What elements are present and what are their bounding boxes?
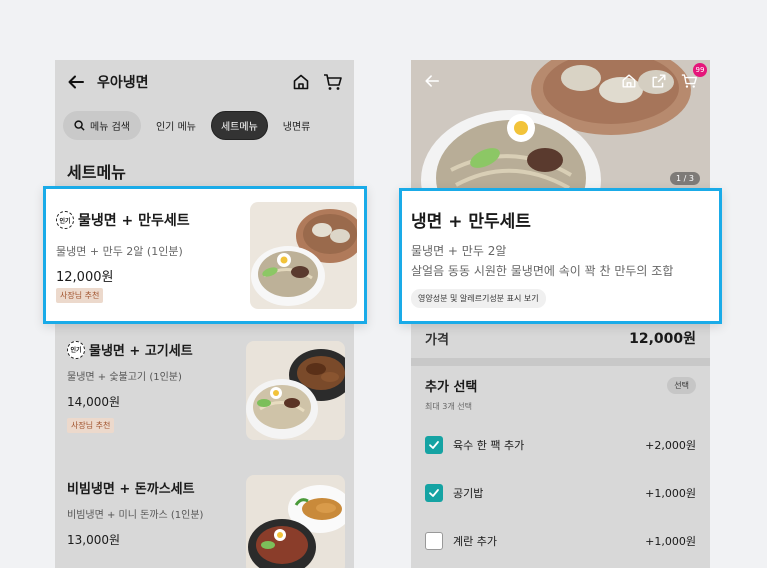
option-name: 공기밥: [453, 487, 484, 500]
option-item-rice[interactable]: 공기밥 +1,000원: [425, 481, 696, 505]
cart-icon[interactable]: [322, 71, 344, 93]
menu-item-title: 물냉면 + 만두세트: [78, 213, 190, 229]
menu-detail-title: 냉면 + 만두세트: [411, 212, 531, 232]
option-price: +1,000원: [645, 487, 696, 500]
option-optional-badge: 선택: [667, 377, 696, 394]
price-row: 가격 12,000원: [411, 318, 710, 358]
menu-item-image: [246, 475, 345, 568]
section-divider: [411, 358, 710, 366]
section-title: 세트메뉴: [67, 163, 126, 182]
tab-set-menu[interactable]: 세트메뉴: [210, 110, 268, 140]
option-group-header: 추가 선택 최대 3개 선택 선택: [425, 376, 696, 412]
option-price: +1,000원: [645, 535, 696, 548]
option-item-broth[interactable]: 육수 한 팩 추가 +2,000원: [425, 433, 696, 457]
menu-hero-image: 99 1 / 3: [411, 60, 710, 190]
option-item-egg[interactable]: 계란 추가 +1,000원: [425, 529, 696, 553]
tab-popular[interactable]: 인기 메뉴: [147, 112, 205, 139]
option-name: 계란 추가: [453, 535, 497, 548]
menu-item-desc: 물냉면 + 만두 2알 (1인분): [56, 245, 183, 258]
menu-item-image: [246, 341, 345, 440]
hero-toolbar: 99: [421, 63, 707, 92]
recommend-tag: 사장님 추천: [67, 418, 115, 433]
back-arrow-icon[interactable]: [65, 71, 87, 93]
tab-label: 메뉴 검색: [90, 121, 130, 133]
checkbox-checked-icon[interactable]: [425, 436, 443, 454]
option-name: 육수 한 팩 추가: [453, 439, 525, 452]
menu-item-title: 물냉면 + 고기세트: [89, 344, 193, 359]
menu-item-name: 인기 물냉면 + 만두세트: [56, 210, 190, 230]
image-counter: 1 / 3: [670, 172, 700, 185]
category-tabs: 메뉴 검색 인기 메뉴 세트메뉴 냉면류: [55, 107, 354, 143]
search-icon: [74, 119, 85, 131]
option-group-title: 추가 선택: [425, 380, 478, 395]
highlighted-menu-detail: 냉면 + 만두세트 물냉면 + 만두 2알 살얼음 동동 시원한 물냉면에 속이…: [399, 188, 722, 324]
tab-naengmyeon[interactable]: 냉면류: [274, 112, 320, 139]
option-price: +2,000원: [645, 439, 696, 452]
share-icon[interactable]: [648, 70, 670, 92]
recommend-tag: 사장님 추천: [56, 288, 104, 303]
home-icon[interactable]: [290, 71, 312, 93]
cart-count-badge: 99: [693, 63, 707, 77]
menu-detail-desc-long: 살얼음 동동 시원한 물냉면에 속이 꽉 찬 만두의 조합: [411, 264, 674, 278]
home-icon[interactable]: [618, 70, 640, 92]
app-header: 우아냉면: [55, 60, 354, 104]
cart-icon[interactable]: 99: [678, 63, 707, 92]
page-title: 우아냉면: [97, 75, 149, 91]
checkbox-unchecked-icon[interactable]: [425, 532, 443, 550]
price-value: 12,000원: [629, 331, 696, 347]
highlighted-menu-item-1[interactable]: 인기 물냉면 + 만두세트 물냉면 + 만두 2알 (1인분) 12,000원 …: [43, 186, 367, 324]
menu-item-price: 12,000원: [56, 270, 114, 285]
popular-badge-icon: 인기: [56, 211, 74, 229]
nutrition-info-button[interactable]: 영양성분 및 알레르기성분 표시 보기: [411, 289, 546, 308]
popular-badge-icon: 인기: [67, 340, 85, 359]
tab-menu-search[interactable]: 메뉴 검색: [63, 110, 141, 140]
back-arrow-icon[interactable]: [421, 70, 443, 92]
price-label: 가격: [425, 332, 449, 348]
checkbox-checked-icon[interactable]: [425, 484, 443, 502]
menu-detail-desc: 물냉면 + 만두 2알: [411, 244, 507, 258]
menu-item-image: [250, 202, 357, 309]
option-group-subtitle: 최대 3개 선택: [425, 402, 472, 411]
